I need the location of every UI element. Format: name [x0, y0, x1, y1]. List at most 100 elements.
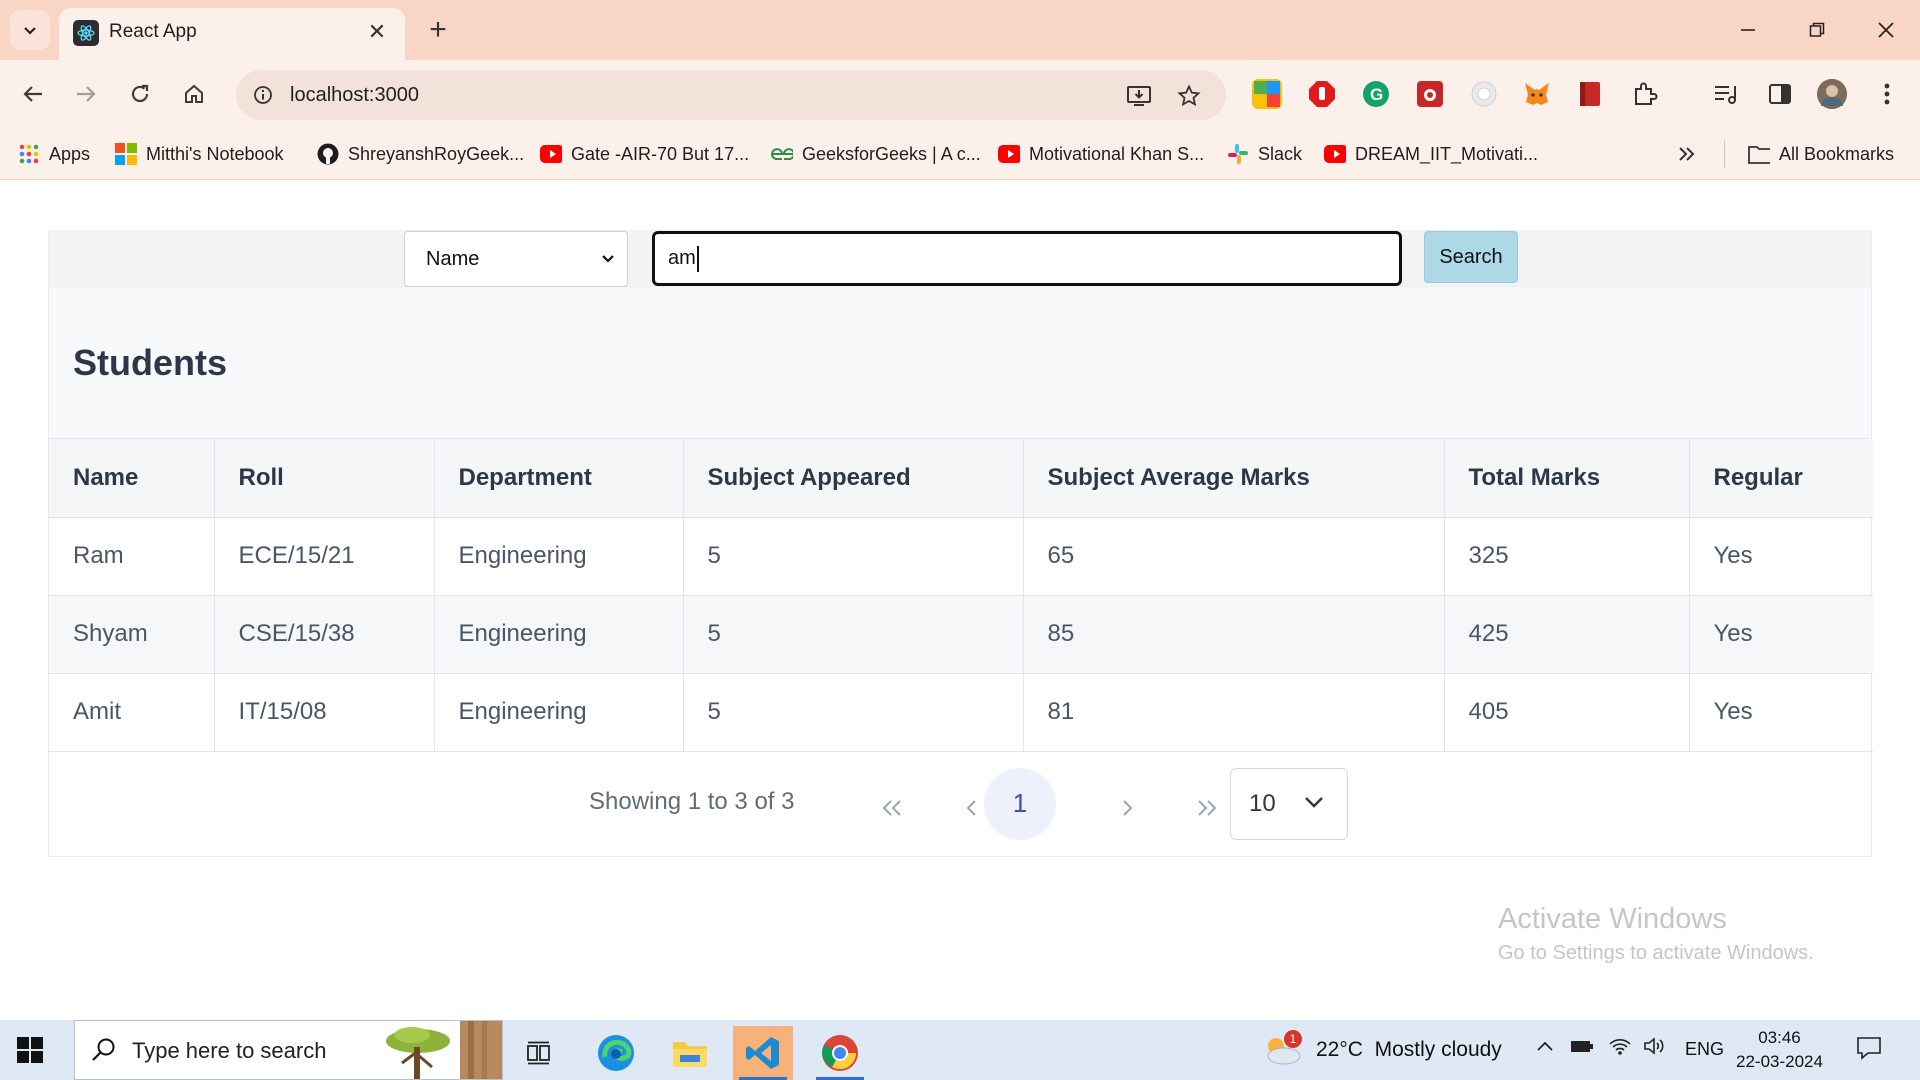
bookmark-label: GeeksforGeeks | A c...	[802, 143, 981, 164]
battery-icon[interactable]	[1570, 1038, 1594, 1059]
next-page-button[interactable]	[1098, 778, 1158, 838]
menu-kebab-icon[interactable]	[1872, 79, 1902, 109]
browser-tab-active[interactable]: React App ✕	[59, 8, 405, 60]
book-extension-icon[interactable]	[1575, 79, 1605, 109]
bookmark-dream-iit[interactable]: DREAM_IIT_Motivati...	[1324, 140, 1538, 168]
last-page-button[interactable]	[1177, 778, 1237, 838]
system-clock[interactable]: 03:46 22-03-2024	[1736, 1026, 1823, 1074]
folder-icon	[1748, 143, 1770, 165]
slack-icon	[1227, 143, 1249, 165]
bookmark-github[interactable]: ShreyanshRoyGeek...	[317, 140, 524, 168]
show-hidden-icons-button[interactable]	[1535, 1038, 1555, 1059]
column-header-regular[interactable]: Regular	[1689, 439, 1873, 518]
site-info-icon[interactable]	[250, 82, 276, 108]
all-bookmarks-label: All Bookmarks	[1779, 143, 1895, 164]
cell-department: Engineering	[434, 673, 684, 752]
home-button[interactable]	[174, 74, 214, 114]
close-window-button[interactable]	[1866, 12, 1906, 48]
grammarly-extension-icon[interactable]: G	[1361, 79, 1391, 109]
media-control-icon[interactable]	[1711, 79, 1741, 109]
watermark-title: Activate Windows	[1498, 903, 1727, 935]
column-header-total-marks[interactable]: Total Marks	[1444, 439, 1690, 518]
arrow-left-icon	[23, 86, 42, 102]
url-text[interactable]: localhost:3000	[290, 84, 419, 107]
extensions-puzzle-icon[interactable]	[1630, 79, 1660, 109]
bookmark-motivational-khan[interactable]: Motivational Khan S...	[998, 140, 1204, 168]
cell-roll: ECE/15/21	[214, 517, 435, 596]
address-bar[interactable]: localhost:3000	[236, 70, 1226, 120]
current-page-button[interactable]: 1	[984, 767, 1056, 840]
reload-icon	[131, 84, 149, 103]
search-input[interactable]: am	[652, 231, 1402, 286]
tab-close-icon[interactable]: ✕	[363, 18, 391, 46]
chrome-taskbar-button[interactable]	[810, 1026, 870, 1080]
table-row: Amit IT/15/08 Engineering 5 81 405 Yes	[49, 673, 1873, 752]
minimize-button[interactable]	[1728, 12, 1768, 48]
arrow-right-icon	[77, 86, 96, 102]
reload-button[interactable]	[120, 74, 160, 114]
weather-widget[interactable]: 1 22°C Mostly cloudy	[1262, 1030, 1502, 1066]
new-tab-button[interactable]: +	[424, 12, 452, 48]
taskbar-search-box[interactable]: Type here to search	[74, 1020, 503, 1080]
search-button[interactable]: Search	[1424, 231, 1518, 283]
cloudy-weather-icon: 1	[1262, 1030, 1302, 1066]
sheets-extension-icon[interactable]	[1252, 79, 1282, 109]
file-explorer-taskbar-button[interactable]	[660, 1026, 720, 1080]
chevron-left-icon	[966, 799, 976, 816]
youtube-icon	[540, 143, 562, 165]
page-size-select[interactable]: 10	[1230, 767, 1348, 840]
column-header-department[interactable]: Department	[434, 439, 684, 518]
tab-search-button[interactable]	[10, 10, 50, 50]
column-header-name[interactable]: Name	[49, 439, 215, 518]
restore-icon	[1809, 22, 1825, 37]
edge-taskbar-button[interactable]	[586, 1026, 646, 1080]
search-field-select[interactable]: Name	[404, 231, 628, 287]
language-indicator[interactable]: ENG	[1685, 1039, 1724, 1060]
circle-extension-icon[interactable]	[1469, 79, 1499, 109]
close-icon	[1878, 22, 1894, 38]
page-title: Students	[73, 342, 228, 383]
bug-extension-icon[interactable]	[1415, 79, 1445, 109]
back-button[interactable]	[13, 74, 53, 114]
bookmarks-bar: Apps Mitthi's Notebook ShreyanshRoyGeek.…	[0, 128, 1920, 180]
bookmark-label: DREAM_IIT_Motivati...	[1355, 143, 1539, 164]
notifications-button[interactable]	[1856, 1036, 1882, 1065]
profile-avatar[interactable]	[1817, 79, 1847, 109]
column-header-subject-average-marks[interactable]: Subject Average Marks	[1023, 439, 1445, 518]
cell-name: Shyam	[49, 595, 215, 674]
windows-taskbar: Type here to search 1 22°C Mostly cloudy…	[0, 1020, 1920, 1080]
bookmark-gate-air[interactable]: Gate -AIR-70 But 17...	[540, 140, 749, 168]
microsoft-icon	[115, 143, 137, 165]
metamask-extension-icon[interactable]	[1522, 79, 1552, 109]
vscode-taskbar-button[interactable]	[733, 1026, 793, 1080]
adblock-extension-icon[interactable]	[1307, 79, 1337, 109]
bookmark-mitthis-notebook[interactable]: Mitthi's Notebook	[115, 140, 284, 168]
wifi-icon[interactable]	[1608, 1036, 1632, 1061]
tree-illustration-icon	[386, 1021, 502, 1079]
side-panel-icon[interactable]	[1765, 79, 1795, 109]
forward-button[interactable]	[66, 74, 106, 114]
bookmark-star-icon[interactable]	[1176, 83, 1202, 109]
chevron-up-icon	[1537, 1041, 1553, 1051]
activate-windows-watermark: Activate Windows Go to Settings to activ…	[1498, 903, 1814, 965]
minimize-icon	[1741, 29, 1755, 31]
bookmark-slack[interactable]: Slack	[1227, 140, 1302, 168]
bookmark-geeksforgeeks[interactable]: GeeksforGeeks | A c...	[771, 140, 981, 168]
start-button[interactable]	[14, 1034, 46, 1066]
cell-regular: Yes	[1689, 673, 1873, 752]
clock-date: 22-03-2024	[1736, 1052, 1823, 1071]
volume-icon[interactable]	[1643, 1036, 1667, 1061]
install-app-icon[interactable]	[1126, 83, 1152, 109]
column-header-roll[interactable]: Roll	[214, 439, 435, 518]
cell-total-marks: 405	[1444, 673, 1690, 752]
taskbar-search-placeholder: Type here to search	[132, 1038, 327, 1063]
restore-button[interactable]	[1797, 12, 1837, 48]
column-header-subject-appeared[interactable]: Subject Appeared	[683, 439, 1024, 518]
bookmark-apps[interactable]: Apps	[18, 140, 90, 168]
first-page-button[interactable]	[862, 778, 922, 838]
youtube-icon	[1324, 143, 1346, 165]
task-view-button[interactable]	[509, 1026, 569, 1080]
all-bookmarks-button[interactable]: All Bookmarks	[1748, 140, 1894, 168]
more-bookmarks-button[interactable]	[1678, 140, 1696, 168]
search-icon	[92, 1038, 115, 1061]
